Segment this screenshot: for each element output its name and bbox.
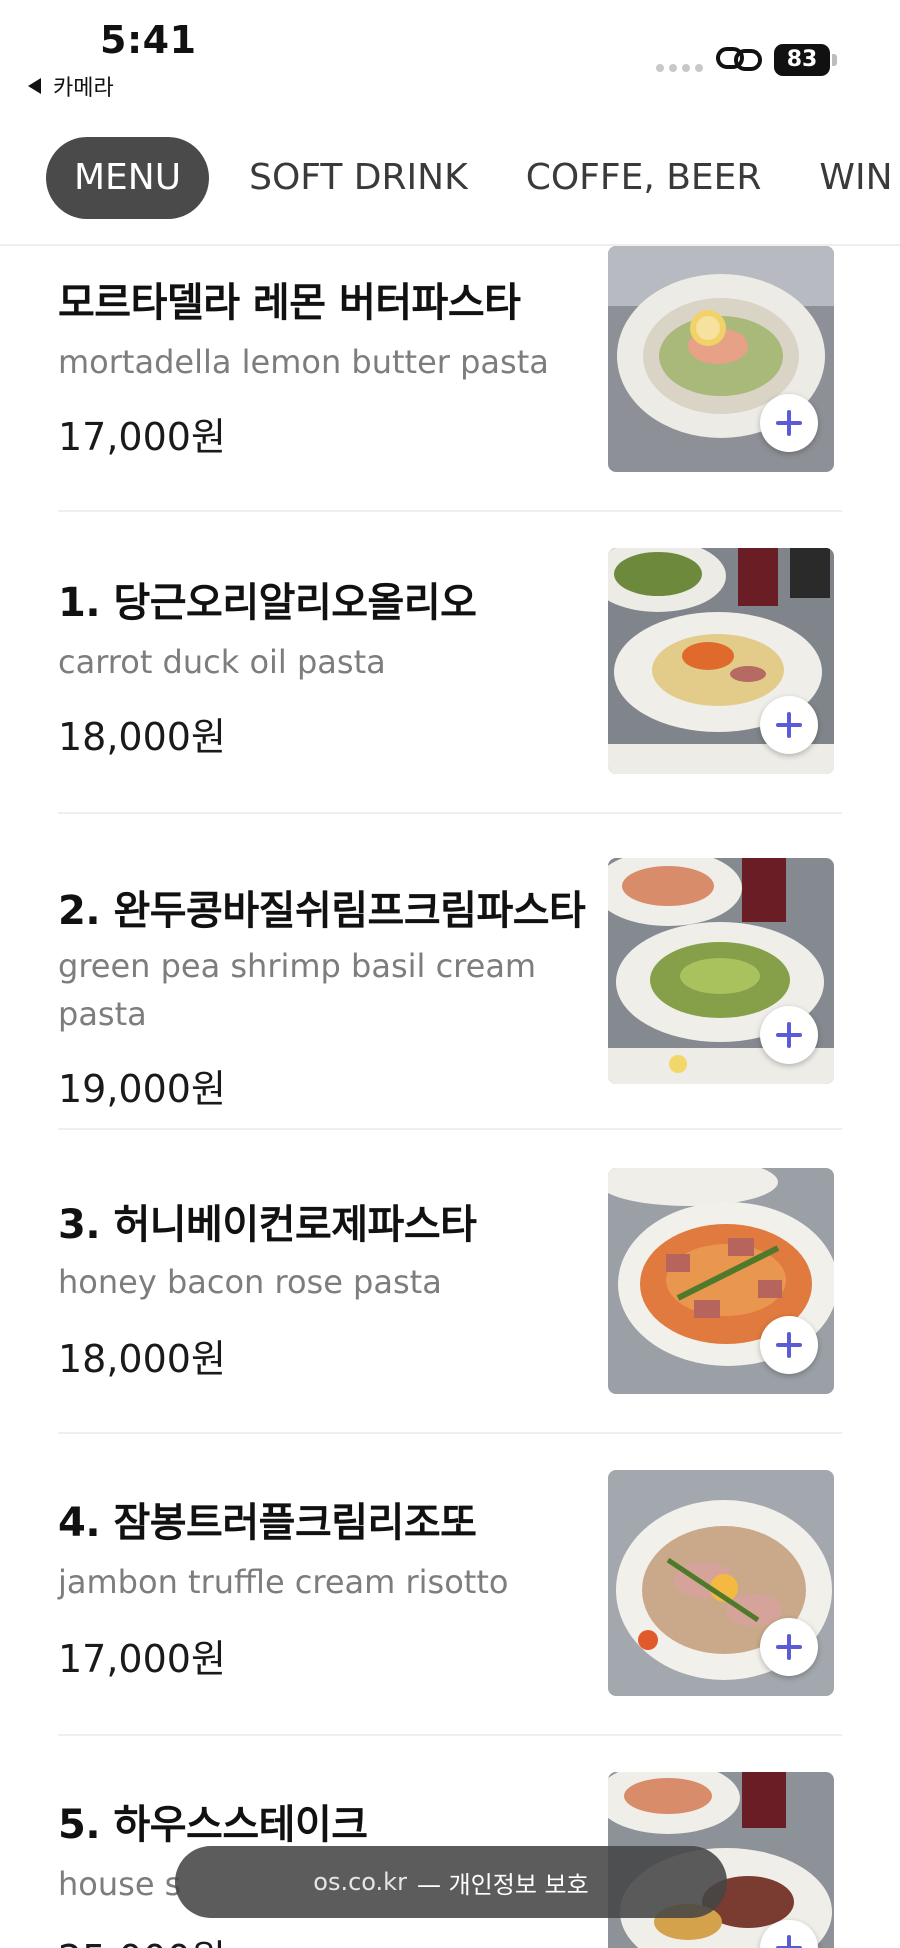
menu-item-price: 19,000원 bbox=[58, 1067, 226, 1111]
back-to-app-link[interactable]: 카메라 bbox=[28, 70, 114, 102]
toast-domain: os.co.kr bbox=[313, 1868, 407, 1896]
status-bar: 5:41 카메라 83 bbox=[0, 0, 900, 110]
tab-menu[interactable]: MENU bbox=[46, 137, 210, 219]
menu-item-name: 5. 하우스스테이크 bbox=[58, 1802, 368, 1848]
category-tabs: MENU SOFT DRINK COFFE, BEER WIN bbox=[0, 128, 900, 228]
back-arrow-icon bbox=[28, 78, 41, 94]
menu-item-english: mortadella lemon butter pasta bbox=[58, 343, 549, 381]
menu-item-price: 25,000원 bbox=[58, 1928, 226, 1948]
tab-wine[interactable]: WIN bbox=[819, 160, 892, 196]
battery-level: 83 bbox=[774, 44, 830, 76]
tab-coffee-beer[interactable]: COFFE, BEER bbox=[526, 160, 762, 196]
menu-item-name: 3. 허니베이컨로제파스타 bbox=[58, 1202, 477, 1248]
menu-item-english: honey bacon rose pasta bbox=[58, 1263, 442, 1301]
add-to-cart-button[interactable] bbox=[760, 394, 818, 452]
add-to-cart-button[interactable] bbox=[760, 1316, 818, 1374]
add-to-cart-button[interactable] bbox=[760, 696, 818, 754]
status-time: 5:41 bbox=[100, 18, 197, 62]
menu-item-english: green pea shrimp basil cream pasta bbox=[58, 947, 537, 1033]
menu-item-price: 18,000원 bbox=[58, 715, 226, 759]
tab-soft-drink[interactable]: SOFT DRINK bbox=[249, 160, 468, 196]
menu-item-name: 1. 당근오리알리오올리오 bbox=[58, 580, 477, 626]
menu-item-price: 17,000원 bbox=[58, 1637, 226, 1681]
plus-icon bbox=[776, 1935, 802, 1948]
link-icon bbox=[716, 47, 762, 71]
menu-item[interactable]: 2. 완두콩바질쉬림프크림파스타 green pea shrimp basil … bbox=[58, 858, 842, 1148]
battery-icon: 83 bbox=[774, 44, 838, 76]
menu-item-name: 2. 완두콩바질쉬림프크림파스타 bbox=[58, 888, 586, 934]
add-to-cart-button[interactable] bbox=[760, 1006, 818, 1064]
plus-icon bbox=[776, 712, 802, 738]
menu-item-english: jambon truffle cream risotto bbox=[58, 1563, 509, 1601]
menu-item-english: carrot duck oil pasta bbox=[58, 643, 386, 681]
plus-icon bbox=[776, 1332, 802, 1358]
menu-item-name: 모르타델라 레몬 버터파스타 bbox=[58, 280, 521, 326]
add-to-cart-button[interactable] bbox=[760, 1618, 818, 1676]
toast-text: — 개인정보 보호 bbox=[416, 1870, 589, 1899]
plus-icon bbox=[776, 1022, 802, 1048]
plus-icon bbox=[776, 1634, 802, 1660]
signal-icon bbox=[656, 64, 703, 72]
menu-item-name: 4. 잠봉트러플크림리조또 bbox=[58, 1500, 477, 1546]
menu-item-price: 17,000원 bbox=[58, 415, 226, 459]
back-app-label: 카메라 bbox=[53, 76, 114, 101]
menu-item[interactable]: 모르타델라 레몬 버터파스타 mortadella lemon butter p… bbox=[58, 246, 842, 510]
menu-item[interactable]: 4. 잠봉트러플크림리조또 jambon truffle cream risot… bbox=[58, 1470, 842, 1734]
menu-item[interactable]: 1. 당근오리알리오올리오 carrot duck oil pasta 18,0… bbox=[58, 548, 842, 812]
menu-item-price: 18,000원 bbox=[58, 1337, 226, 1381]
menu-item[interactable]: 3. 허니베이컨로제파스타 honey bacon rose pasta 18,… bbox=[58, 1168, 842, 1432]
plus-icon bbox=[776, 410, 802, 436]
privacy-toast[interactable]: os.co.kr — 개인정보 보호 bbox=[175, 1846, 727, 1918]
